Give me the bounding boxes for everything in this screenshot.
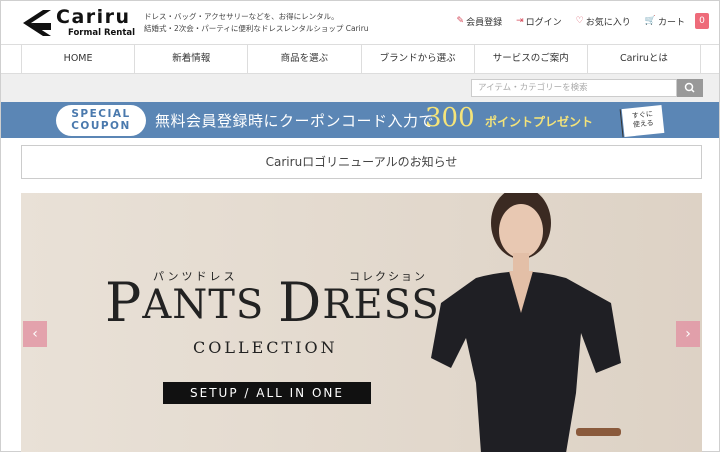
search-bar [1,74,719,102]
cart-label: カート [657,17,685,28]
hero-title: PANTS DRESS [105,271,440,334]
cart-link[interactable]: 🛒 カート 0 [645,13,709,29]
tagline-line-1: ドレス・バッグ・アクセサリーなどを、お得にレンタル。 [144,12,339,21]
hero-title-d: D [278,271,323,334]
hero-setup-tag: SETUP / ALL IN ONE [163,382,371,404]
nav-item-services[interactable]: サービスのご案内 [473,45,587,73]
special-coupon-pill: SPECIAL COUPON [56,105,146,136]
coupon-points: 300 [425,103,475,133]
register-link[interactable]: ✎ 会員登録 [457,15,503,28]
tagline-line-2: 結婚式・2次会・パーティに便利なドレスレンタルショップ Cariru [144,24,369,33]
site-header: Cariru Formal Rental ドレス・バッグ・アクセサリーなどを、お… [1,1,719,44]
pill-line-2: COUPON [71,120,131,132]
nav-item-home[interactable]: HOME [21,45,134,73]
search-icon [684,82,695,93]
login-label: ログイン [525,17,562,28]
hero-title-ants: ANTS [142,282,279,328]
coupon-after-text: ポイントプレゼント [485,115,594,129]
hero-collection-label: COLLECTION [193,338,338,357]
search-input[interactable] [471,79,677,97]
hero-carousel: パンツドレス コレクション PANTS DRESS COLLECTION SET… [21,193,702,452]
carousel-next-button[interactable]: › [676,321,700,347]
heart-icon: ♡ [575,16,584,26]
nav-item-about[interactable]: Cariruとは [586,45,702,73]
hero-title-p: P [105,271,143,334]
nav-item-products[interactable]: 商品を選ぶ [247,45,360,73]
search-button[interactable] [677,79,703,97]
register-label: 会員登録 [466,17,503,28]
tagline: ドレス・バッグ・アクセサリーなどを、お得にレンタル。 結婚式・2次会・パーティに… [144,11,369,35]
pill-line-1: SPECIAL [71,108,131,120]
nav-item-news[interactable]: 新着情報 [134,45,247,73]
logo-name: Cariru [56,6,131,28]
login-icon: ⇥ [516,16,524,26]
logo-renewal-notice[interactable]: Cariruロゴリニューアルのお知らせ [21,145,702,179]
hero-title-ress: RESS [322,282,440,328]
login-link[interactable]: ⇥ ログイン [516,15,562,28]
cart-count-badge: 0 [695,13,709,29]
coupon-banner[interactable]: SPECIAL COUPON 無料会員登録時にクーポンコード入力で 300 ポイ… [1,102,719,138]
main-nav: HOME 新着情報 商品を選ぶ ブランドから選ぶ サービスのご案内 Cariru… [1,44,719,74]
cariru-logo[interactable]: Cariru Formal Rental [21,6,139,39]
coupon-text: 無料会員登録時にクーポンコード入力で [155,112,435,130]
nav-item-brands[interactable]: ブランドから選ぶ [360,45,474,73]
logo-subtitle: Formal Rental [68,28,136,38]
favorites-link[interactable]: ♡ お気に入り [576,15,631,28]
cart-icon: 🛒 [644,16,656,26]
header-links: ✎ 会員登録 ⇥ ログイン ♡ お気に入り 🛒 カート 0 [457,13,709,29]
favorites-label: お気に入り [585,17,631,28]
pencil-icon: ✎ [456,16,465,26]
carousel-prev-button[interactable]: ‹ [23,321,47,347]
instant-use-badge: すぐに 使える [621,104,665,138]
logo-mark-icon [23,10,51,36]
